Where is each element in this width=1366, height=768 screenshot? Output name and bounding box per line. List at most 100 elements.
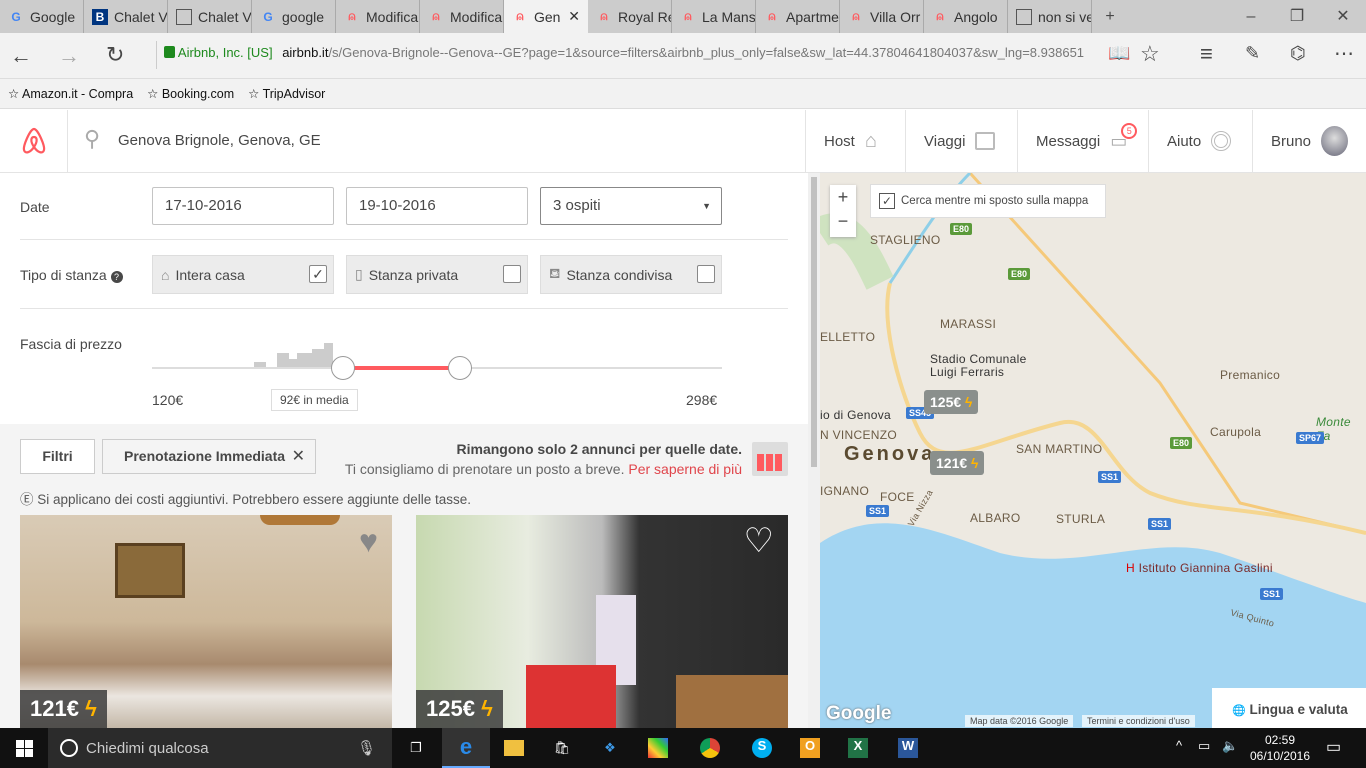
nav-host[interactable]: Host ⌂: [805, 110, 905, 172]
clock[interactable]: 02:59 06/10/2016: [1248, 732, 1312, 764]
chrome-icon[interactable]: [686, 728, 734, 768]
browser-tab[interactable]: non si ve: [1008, 0, 1092, 33]
price-min-handle[interactable]: [331, 356, 355, 380]
refresh-button[interactable]: ↻: [106, 42, 124, 68]
browser-tab[interactable]: ⍝ La Mans: [672, 0, 756, 33]
map-price-marker[interactable]: 125€ ϟ: [924, 390, 979, 414]
favorite-amazon[interactable]: ☆ Amazon.it - Compra: [8, 86, 133, 101]
browser-tab[interactable]: ⍝ Modifica: [420, 0, 504, 33]
file-explorer-icon[interactable]: [490, 728, 538, 768]
browser-tab[interactable]: ⍝ Villa Orr: [840, 0, 924, 33]
nav-trips[interactable]: Viaggi: [905, 110, 1017, 172]
browser-tab[interactable]: Ggoogle: [252, 0, 336, 33]
sofa-icon: ⛾: [549, 265, 561, 281]
search-on-move-toggle[interactable]: ✓ Cerca mentre mi sposto sulla mappa: [870, 184, 1106, 218]
back-button[interactable]: ←: [10, 43, 32, 69]
learn-more-link[interactable]: Per saperne di più: [628, 461, 742, 477]
browser-tab[interactable]: Chalet V: [168, 0, 252, 33]
cortana-search[interactable]: Chiedimi qualcosa 🎙: [48, 728, 392, 768]
favorite-booking[interactable]: ☆ Booking.com: [147, 86, 234, 101]
checkbox[interactable]: [697, 265, 715, 283]
checkbox[interactable]: [503, 265, 521, 283]
close-tab-icon[interactable]: ✕: [568, 8, 580, 25]
url-field[interactable]: Airbnb, Inc. [US] airbnb.it/s/Genova-Bri…: [164, 45, 1094, 60]
browser-tab[interactable]: ⍝ Modifica: [336, 0, 420, 33]
filters-button[interactable]: Filtri: [20, 439, 95, 474]
map[interactable]: + − ✓ Cerca mentre mi sposto sulla mappa S…: [820, 173, 1366, 728]
browser-tab[interactable]: ⍝ Royal Re: [588, 0, 672, 33]
nav-messages[interactable]: Messaggi ▭ 5: [1017, 110, 1148, 172]
edge-icon[interactable]: e: [442, 728, 490, 768]
browser-tab[interactable]: ⍝ Apartme: [756, 0, 840, 33]
hub-icon[interactable]: ≡: [1200, 41, 1213, 67]
google-icon: G: [263, 9, 273, 24]
room-type-private-room[interactable]: ▯ Stanza privata: [346, 255, 528, 294]
scrollbar[interactable]: [808, 173, 820, 728]
excel-icon[interactable]: X: [834, 728, 882, 768]
price-slider-range: [343, 366, 460, 370]
listing-card[interactable]: ♡ 125€ ϟ: [416, 515, 788, 728]
listing-card[interactable]: ♥ 121€ ϟ: [20, 515, 392, 728]
task-view-icon[interactable]: ❐: [392, 728, 440, 768]
favorite-tripadvisor[interactable]: ☆ TripAdvisor: [248, 86, 325, 101]
heart-icon[interactable]: ♥: [359, 523, 378, 560]
zoom-out-button[interactable]: −: [830, 209, 856, 233]
dropbox-icon[interactable]: ❖: [586, 728, 634, 768]
battery-icon[interactable]: ▭: [1198, 738, 1210, 754]
more-icon[interactable]: ⋯: [1334, 41, 1354, 66]
store-icon[interactable]: 🛍: [538, 728, 586, 768]
airbnb-icon: ⍝: [516, 9, 524, 23]
reading-view-icon[interactable]: 📖: [1108, 43, 1130, 64]
forward-button[interactable]: →: [58, 43, 80, 69]
minimize-button[interactable]: –: [1228, 0, 1274, 33]
map-label: Premanico: [1220, 368, 1281, 382]
lock-icon: [164, 46, 175, 58]
language-currency-button[interactable]: 🌐 Lingua e valuta: [1212, 688, 1366, 728]
browser-tab[interactable]: ⍝ Angolo: [924, 0, 1008, 33]
windows-start-button[interactable]: [0, 728, 48, 768]
room-type-shared-room[interactable]: ⛾ Stanza condivisa: [540, 255, 722, 294]
avatar: [1321, 126, 1348, 156]
favorites-bar: ☆ Amazon.it - Compra ☆ Booking.com ☆ Tri…: [0, 79, 1366, 109]
checkout-input[interactable]: 19-10-2016: [346, 187, 528, 225]
browser-tab[interactable]: B Chalet V: [84, 0, 168, 33]
heart-outline-icon[interactable]: ♡: [744, 521, 774, 561]
browser-tab[interactable]: ⍝ Gen ✕: [504, 0, 588, 33]
favorite-star-icon[interactable]: ☆: [1140, 41, 1160, 67]
action-center-icon[interactable]: ▭: [1326, 737, 1341, 757]
location-search-input[interactable]: Genova Brignole, Genova, GE: [118, 132, 718, 149]
map-label: STURLA: [1056, 512, 1106, 526]
web-note-icon[interactable]: ✎: [1245, 43, 1260, 64]
word-icon[interactable]: W: [884, 728, 932, 768]
remove-icon[interactable]: ✕: [292, 440, 305, 473]
instant-book-chip[interactable]: Prenotazione Immediata ✕: [102, 439, 316, 474]
share-icon[interactable]: ⌬: [1290, 43, 1306, 64]
photos-app-icon[interactable]: [634, 728, 682, 768]
airbnb-logo[interactable]: [0, 110, 68, 172]
room-type-entire-home[interactable]: ⌂ Intera casa ✓: [152, 255, 334, 294]
google-icon: G: [11, 9, 21, 24]
address-bar-row: ← → ↻ Airbnb, Inc. [US] airbnb.it/s/Geno…: [0, 33, 1366, 79]
nav-help[interactable]: Aiuto: [1148, 110, 1252, 172]
airbnb-icon: ⍝: [768, 9, 776, 23]
restore-button[interactable]: ❐: [1274, 0, 1320, 33]
map-price-marker[interactable]: 121€ ϟ: [930, 451, 985, 475]
price-max-handle[interactable]: [448, 356, 472, 380]
skype-icon[interactable]: S: [738, 728, 786, 768]
checkbox-checked[interactable]: ✓: [309, 265, 327, 283]
guests-select[interactable]: 3 ospiti ▼: [540, 187, 722, 225]
map-terms-link[interactable]: Termini e condizioni d'uso: [1082, 715, 1195, 727]
checkin-input[interactable]: 17-10-2016: [152, 187, 334, 225]
nav-user[interactable]: Bruno: [1252, 110, 1366, 172]
map-label-city: Genova: [844, 443, 936, 465]
close-window-button[interactable]: ✕: [1320, 0, 1366, 33]
browser-tab[interactable]: G Google: [0, 0, 84, 33]
map-label: Stadio Comunale: [930, 352, 1027, 366]
new-tab-button[interactable]: +: [1092, 0, 1128, 33]
outlook-icon[interactable]: O: [786, 728, 834, 768]
show-hidden-icons[interactable]: ^: [1176, 738, 1182, 753]
taskbar: Chiedimi qualcosa 🎙 ❐ e 🛍 ❖ S O X W ^ ▭ 🔈…: [0, 728, 1366, 768]
zoom-in-button[interactable]: +: [830, 185, 856, 209]
url-path: /s/Genova-Brignole--Genova--GE?page=1&so…: [328, 45, 1085, 60]
volume-icon[interactable]: 🔈: [1222, 738, 1238, 754]
